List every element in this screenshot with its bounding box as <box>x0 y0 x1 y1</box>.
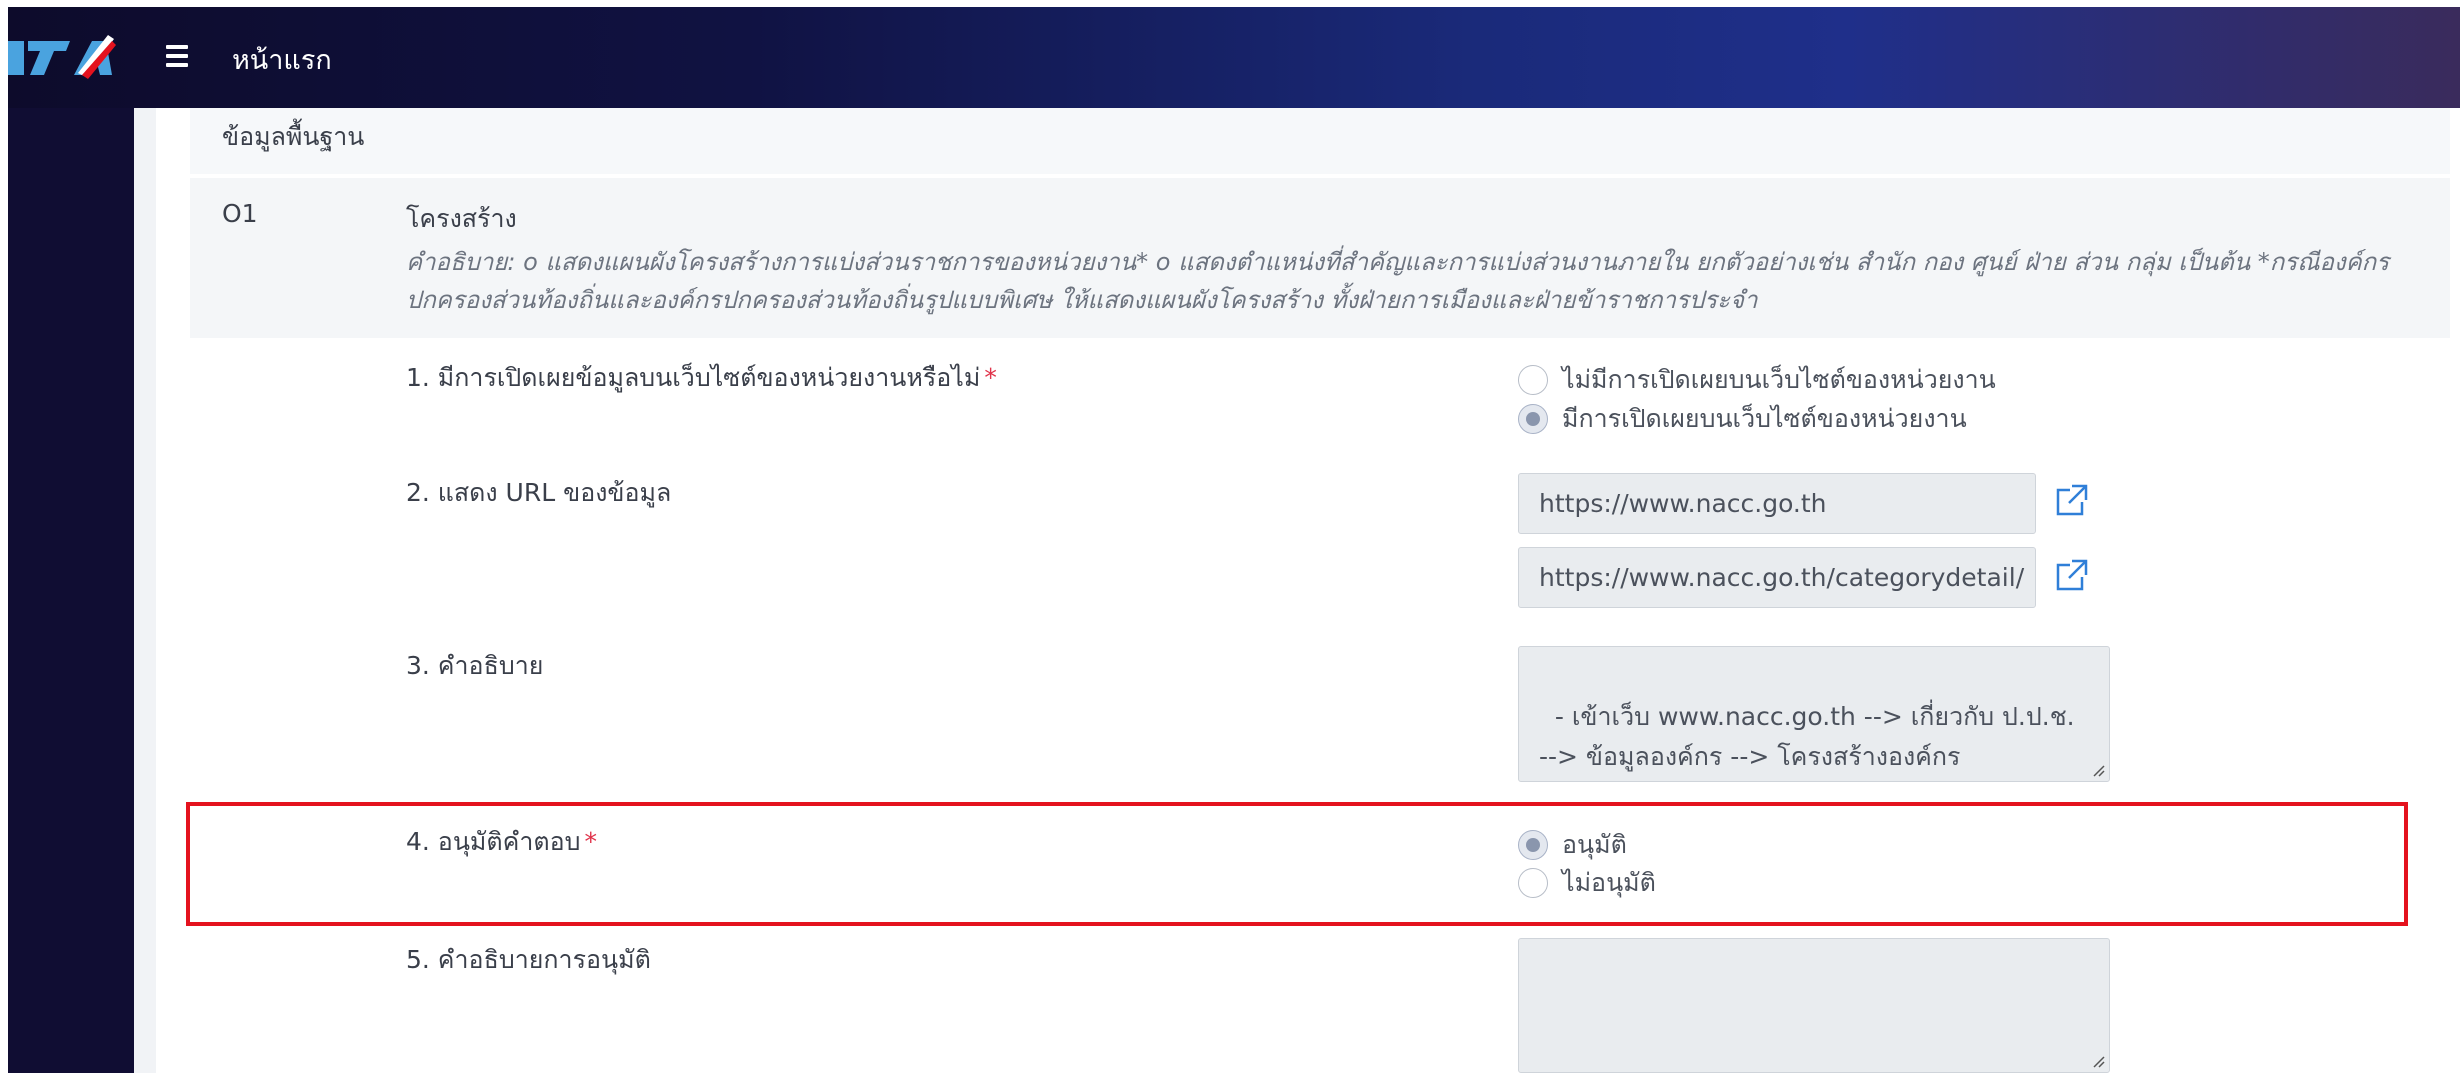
menu-toggle-icon[interactable] <box>158 37 198 77</box>
sidebar <box>8 108 134 1073</box>
indicator-description: คำอธิบาย: o แสดงแผนผังโครงสร้างการแบ่งส่… <box>406 248 2390 314</box>
q1-option-not-disclosed[interactable]: ไม่มีการเปิดเผยบนเว็บไซต์ของหน่วยงาน <box>1518 360 1996 400</box>
radio-label: อนุมัติ <box>1562 830 1627 859</box>
question-1-text: 1. มีการเปิดเผยข้อมูลบนเว็บไซต์ของหน่วยง… <box>406 363 981 392</box>
question-3-label: 3. คำอธิบาย <box>406 651 544 680</box>
required-mark: * <box>984 363 997 392</box>
description-text: - เข้าเว็บ www.nacc.go.th --> เกี่ยวกับ … <box>1539 702 2083 771</box>
question-4-text: 4. อนุมัติคำตอบ <box>406 827 581 856</box>
question-2-label: 2. แสดง URL ของข้อมูล <box>406 478 672 507</box>
radio-button[interactable] <box>1518 365 1548 395</box>
radio-button[interactable] <box>1518 868 1548 898</box>
resize-handle-icon[interactable] <box>2089 1052 2105 1068</box>
highlight-annotation <box>186 802 2408 926</box>
radio-label: ไม่มีการเปิดเผยบนเว็บไซต์ของหน่วยงาน <box>1562 365 1996 394</box>
required-mark: * <box>584 827 598 856</box>
url-field-1[interactable]: https://www.nacc.go.th <box>1518 473 2036 534</box>
external-link-icon[interactable] <box>2054 557 2090 593</box>
indicator-code: O1 <box>222 199 258 228</box>
resize-handle-icon[interactable] <box>2089 761 2105 777</box>
external-link-icon[interactable] <box>2054 482 2090 518</box>
top-navbar: หน้าแรก <box>8 7 2460 108</box>
section-header-title: ข้อมูลพื้นฐาน <box>222 122 365 151</box>
radio-label: ไม่อนุมัติ <box>1562 868 1656 897</box>
indicator-title: โครงสร้าง <box>406 204 517 233</box>
sidebar-gutter <box>134 108 156 1073</box>
url-field-2[interactable]: https://www.nacc.go.th/categorydetail/ <box>1518 547 2036 608</box>
ita-logo[interactable] <box>8 29 118 87</box>
question-4-label: 4. อนุมัติคำตอบ * <box>406 822 597 862</box>
window-frame-left <box>0 0 8 1073</box>
approval-description-textarea[interactable] <box>1518 938 2110 1073</box>
nav-home-link[interactable]: หน้าแรก <box>232 38 332 81</box>
q4-option-reject[interactable]: ไม่อนุมัติ <box>1518 863 1656 903</box>
q1-option-disclosed[interactable]: มีการเปิดเผยบนเว็บไซต์ของหน่วยงาน <box>1518 399 1967 439</box>
question-1-label: 1. มีการเปิดเผยข้อมูลบนเว็บไซต์ของหน่วยง… <box>406 358 997 398</box>
question-5-label: 5. คำอธิบายการอนุมัติ <box>406 945 651 974</box>
q4-option-approve[interactable]: อนุมัติ <box>1518 825 1627 865</box>
radio-button-checked[interactable] <box>1518 404 1548 434</box>
radio-label: มีการเปิดเผยบนเว็บไซต์ของหน่วยงาน <box>1562 404 1967 433</box>
description-textarea[interactable]: - เข้าเว็บ www.nacc.go.th --> เกี่ยวกับ … <box>1518 646 2110 782</box>
radio-button-checked[interactable] <box>1518 830 1548 860</box>
section-header-bar <box>190 108 2450 174</box>
window-frame-top <box>0 0 2460 7</box>
